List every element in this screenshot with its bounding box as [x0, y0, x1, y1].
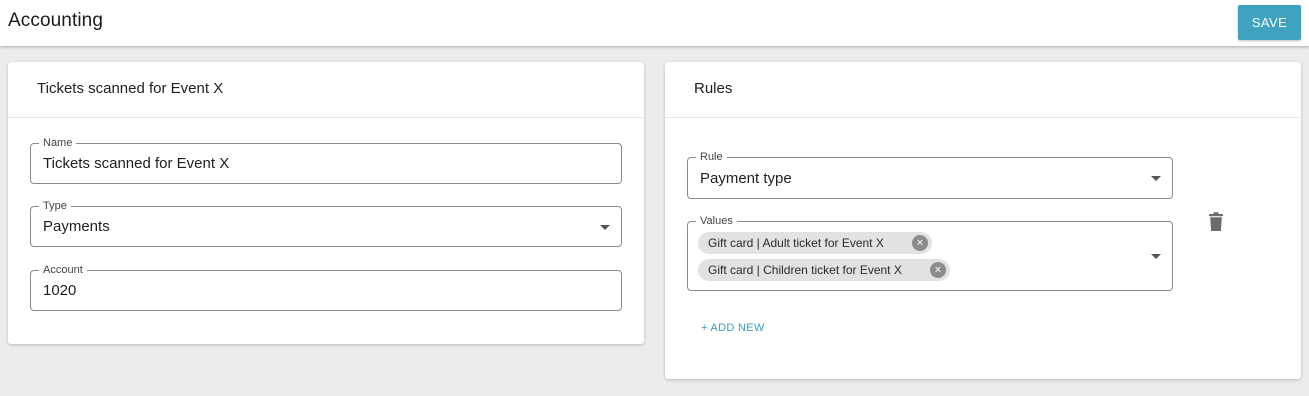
chevron-down-icon: [1151, 176, 1161, 181]
card-title: Rules: [694, 80, 733, 97]
top-bar: Accounting SAVE: [0, 0, 1309, 46]
card-title: Tickets scanned for Event X: [37, 80, 224, 97]
rule-select-value: Payment type: [700, 170, 792, 187]
chevron-down-icon: [1151, 254, 1161, 259]
value-chip: Gift card | Adult ticket for Event X ×: [698, 232, 932, 254]
name-field-label: Name: [39, 136, 77, 150]
account-field-label: Account: [39, 263, 87, 277]
type-select[interactable]: Type Payments: [30, 199, 622, 247]
account-field-value: 1020: [43, 282, 77, 299]
close-icon[interactable]: ×: [912, 235, 928, 251]
type-select-value: Payments: [43, 218, 110, 235]
values-select-label: Values: [696, 214, 737, 228]
chevron-down-icon: [600, 225, 610, 230]
card-header: Tickets scanned for Event X: [8, 62, 644, 118]
account-field[interactable]: Account 1020: [30, 263, 622, 311]
values-select[interactable]: Values Gift card | Adult ticket for Even…: [687, 214, 1173, 291]
name-field-value: Tickets scanned for Event X: [43, 155, 230, 172]
rule-select[interactable]: Rule Payment type: [687, 150, 1173, 199]
card-header: Rules: [665, 62, 1301, 118]
rule-select-label: Rule: [696, 150, 727, 164]
account-details-card: Tickets scanned for Event X Name Tickets…: [8, 62, 644, 344]
trash-icon[interactable]: [1208, 212, 1224, 232]
page-title: Accounting: [8, 10, 104, 31]
name-field[interactable]: Name Tickets scanned for Event X: [30, 136, 622, 184]
chip-label: Gift card | Children ticket for Event X: [708, 263, 902, 277]
chip-label: Gift card | Adult ticket for Event X: [708, 236, 884, 250]
type-select-label: Type: [39, 199, 71, 213]
save-button[interactable]: SAVE: [1238, 5, 1301, 40]
value-chip: Gift card | Children ticket for Event X …: [698, 259, 950, 281]
close-icon[interactable]: ×: [930, 262, 946, 278]
rules-card: Rules Rule Payment type Values Gift card…: [665, 62, 1301, 379]
add-new-button[interactable]: + ADD NEW: [701, 322, 765, 334]
